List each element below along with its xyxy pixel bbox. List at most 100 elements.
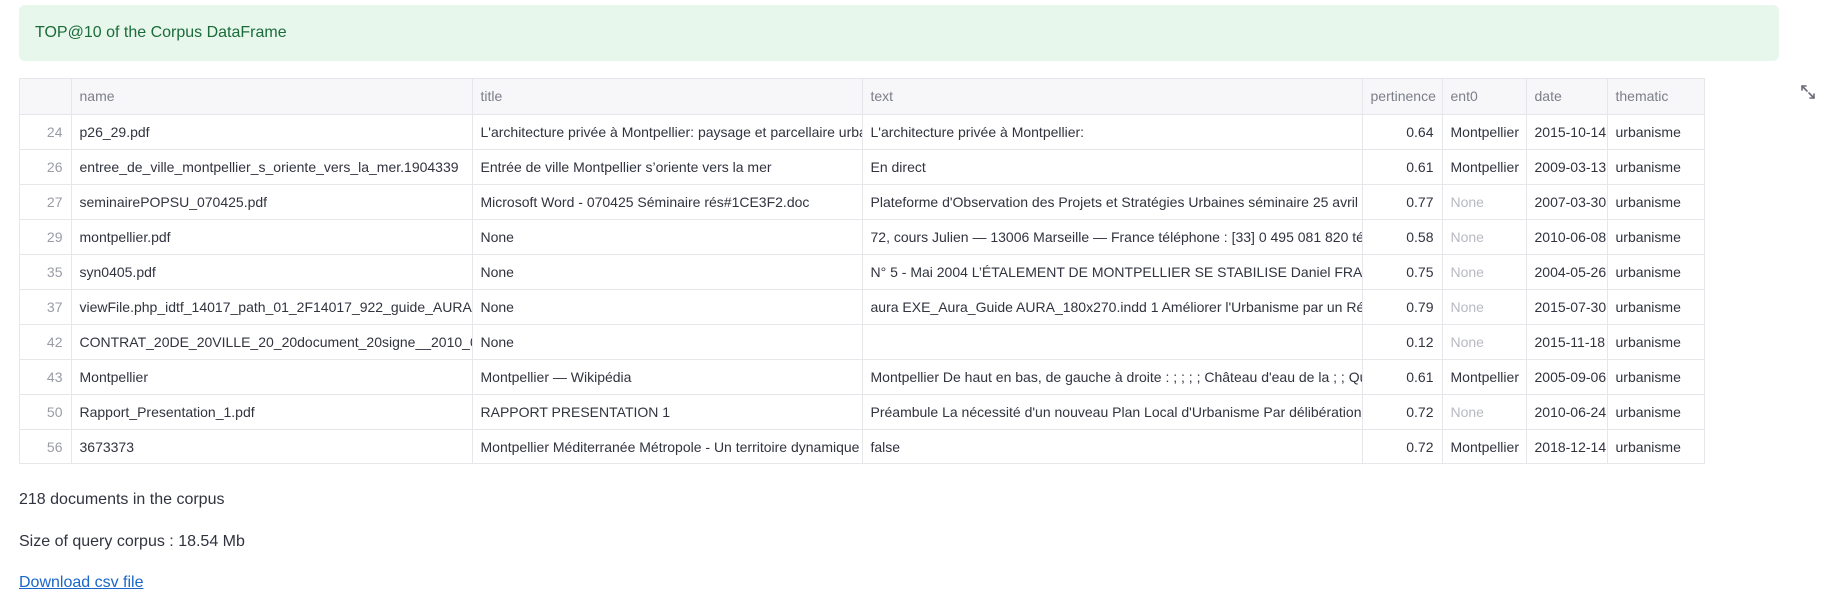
cell-pertinence[interactable]: 0.58 xyxy=(1362,219,1443,255)
cell-name[interactable]: CONTRAT_20DE_20VILLE_20_20document_20sig… xyxy=(71,324,473,360)
cell-name[interactable]: entree_de_ville_montpellier_s_oriente_ve… xyxy=(71,149,473,185)
cell-ent0[interactable]: None xyxy=(1442,289,1527,325)
cell-title[interactable]: Montpellier — Wikipédia xyxy=(472,359,863,395)
download-csv-link[interactable]: Download csv file xyxy=(19,574,144,592)
column-header-title[interactable]: title xyxy=(472,79,863,115)
cell-title[interactable]: RAPPORT PRESENTATION 1 xyxy=(472,394,863,430)
cell-thematic[interactable]: urbanisme xyxy=(1607,184,1704,220)
cell-pertinence[interactable]: 0.79 xyxy=(1362,289,1443,325)
cell-title[interactable]: None xyxy=(472,219,863,255)
cell-thematic[interactable]: urbanisme xyxy=(1607,254,1704,290)
cell-text[interactable]: Plateforme d'Observation des Projets et … xyxy=(862,184,1363,220)
cell-name[interactable]: 3673373 xyxy=(71,429,473,463)
cell-name[interactable]: syn0405.pdf xyxy=(71,254,473,290)
column-header-date[interactable]: date xyxy=(1526,79,1608,115)
cell-name[interactable]: p26_29.pdf xyxy=(71,114,473,150)
cell-index[interactable]: 27 xyxy=(20,184,72,220)
cell-index[interactable]: 37 xyxy=(20,289,72,325)
cell-name[interactable]: seminairePOPSU_070425.pdf xyxy=(71,184,473,220)
cell-title[interactable]: None xyxy=(472,289,863,325)
cell-name[interactable]: Montpellier xyxy=(71,359,473,395)
success-banner: TOP@10 of the Corpus DataFrame xyxy=(19,5,1779,61)
cell-name[interactable]: Rapport_Presentation_1.pdf xyxy=(71,394,473,430)
cell-name[interactable]: viewFile.php_idtf_14017_path_01_2F14017_… xyxy=(71,289,473,325)
cell-date[interactable]: 2010-06-08 xyxy=(1526,219,1608,255)
dataframe-table: name title text pertinence ent0 date the… xyxy=(20,79,1704,463)
cell-thematic[interactable]: urbanisme xyxy=(1607,219,1704,255)
cell-ent0[interactable]: Montpellier xyxy=(1442,114,1527,150)
cell-title[interactable]: Entrée de ville Montpellier s’oriente ve… xyxy=(472,149,863,185)
cell-text[interactable]: aura EXE_Aura_Guide AURA_180x270.indd 1 … xyxy=(862,289,1363,325)
cell-index[interactable]: 50 xyxy=(20,394,72,430)
cell-pertinence[interactable]: 0.64 xyxy=(1362,114,1443,150)
cell-thematic[interactable]: urbanisme xyxy=(1607,429,1704,463)
cell-ent0[interactable]: Montpellier xyxy=(1442,149,1527,185)
cell-date[interactable]: 2005-09-06 xyxy=(1526,359,1608,395)
table-row: 27 seminairePOPSU_070425.pdf Microsoft Wor… xyxy=(20,184,1704,220)
cell-pertinence[interactable]: 0.77 xyxy=(1362,184,1443,220)
cell-index[interactable]: 56 xyxy=(20,429,72,463)
cell-title[interactable]: Montpellier Méditerranée Métropole - Un … xyxy=(472,429,863,463)
cell-date[interactable]: 2009-03-13 xyxy=(1526,149,1608,185)
column-header-name[interactable]: name xyxy=(71,79,473,115)
cell-thematic[interactable]: urbanisme xyxy=(1607,289,1704,325)
cell-ent0[interactable]: None xyxy=(1442,324,1527,360)
cell-index[interactable]: 24 xyxy=(20,114,72,150)
cell-index[interactable]: 26 xyxy=(20,149,72,185)
cell-ent0[interactable]: Montpellier xyxy=(1442,429,1527,463)
cell-thematic[interactable]: urbanisme xyxy=(1607,149,1704,185)
cell-text[interactable]: false xyxy=(862,429,1363,463)
cell-pertinence[interactable]: 0.72 xyxy=(1362,429,1443,463)
cell-index[interactable]: 42 xyxy=(20,324,72,360)
dataframe[interactable]: name title text pertinence ent0 date the… xyxy=(19,78,1705,464)
document-count-text: 218 documents in the corpus xyxy=(19,491,225,508)
cell-pertinence[interactable]: 0.72 xyxy=(1362,394,1443,430)
cell-name[interactable]: montpellier.pdf xyxy=(71,219,473,255)
cell-pertinence[interactable]: 0.61 xyxy=(1362,149,1443,185)
page: TOP@10 of the Corpus DataFrame name titl… xyxy=(0,0,1829,608)
column-header-pertinence[interactable]: pertinence xyxy=(1362,79,1443,115)
cell-date[interactable]: 2015-11-18 xyxy=(1526,324,1608,360)
cell-ent0[interactable]: Montpellier xyxy=(1442,359,1527,395)
cell-ent0[interactable]: None xyxy=(1442,394,1527,430)
cell-text[interactable]: 72, cours Julien — 13006 Marseille — Fra… xyxy=(862,219,1363,255)
cell-pertinence[interactable]: 0.61 xyxy=(1362,359,1443,395)
column-header-text[interactable]: text xyxy=(862,79,1363,115)
table-row: 37 viewFile.php_idtf_14017_path_01_2F1401… xyxy=(20,289,1704,325)
cell-ent0[interactable]: None xyxy=(1442,219,1527,255)
cell-date[interactable]: 2004-05-26 xyxy=(1526,254,1608,290)
cell-thematic[interactable]: urbanisme xyxy=(1607,359,1704,395)
header-row: name title text pertinence ent0 date the… xyxy=(20,79,1704,115)
cell-thematic[interactable]: urbanisme xyxy=(1607,324,1704,360)
cell-text[interactable]: Préambule La nécessité d'un nouveau Plan… xyxy=(862,394,1363,430)
cell-text[interactable] xyxy=(862,324,1363,360)
cell-ent0[interactable]: None xyxy=(1442,254,1527,290)
column-header-thematic[interactable]: thematic xyxy=(1607,79,1704,115)
column-header-index[interactable] xyxy=(20,79,72,115)
cell-title[interactable]: L'architecture privée à Montpellier: pay… xyxy=(472,114,863,150)
cell-thematic[interactable]: urbanisme xyxy=(1607,394,1704,430)
cell-date[interactable]: 2015-07-30 xyxy=(1526,289,1608,325)
cell-title[interactable]: None xyxy=(472,254,863,290)
column-header-ent0[interactable]: ent0 xyxy=(1442,79,1527,115)
cell-title[interactable]: Microsoft Word - 070425 Séminaire rés#1C… xyxy=(472,184,863,220)
cell-thematic[interactable]: urbanisme xyxy=(1607,114,1704,150)
cell-date[interactable]: 2015-10-14 xyxy=(1526,114,1608,150)
table-row: 43 Montpellier Montpellier — Wikipédia Mont… xyxy=(20,359,1704,395)
cell-text[interactable]: Montpellier De haut en bas, de gauche à … xyxy=(862,359,1363,395)
cell-text[interactable]: N° 5 - Mai 2004 L’ÉTALEMENT DE MONTPELLI… xyxy=(862,254,1363,290)
fullscreen-expand-icon[interactable] xyxy=(1799,83,1817,101)
cell-title[interactable]: None xyxy=(472,324,863,360)
cell-date[interactable]: 2018-12-14 xyxy=(1526,429,1608,463)
cell-index[interactable]: 29 xyxy=(20,219,72,255)
cell-date[interactable]: 2010-06-24 xyxy=(1526,394,1608,430)
cell-text[interactable]: L'architecture privée à Montpellier: xyxy=(862,114,1363,150)
cell-index[interactable]: 43 xyxy=(20,359,72,395)
cell-date[interactable]: 2007-03-30 xyxy=(1526,184,1608,220)
cell-pertinence[interactable]: 0.12 xyxy=(1362,324,1443,360)
cell-text[interactable]: En direct xyxy=(862,149,1363,185)
cell-pertinence[interactable]: 0.75 xyxy=(1362,254,1443,290)
cell-ent0[interactable]: None xyxy=(1442,184,1527,220)
banner-text: TOP@10 of the Corpus DataFrame xyxy=(35,24,287,41)
cell-index[interactable]: 35 xyxy=(20,254,72,290)
